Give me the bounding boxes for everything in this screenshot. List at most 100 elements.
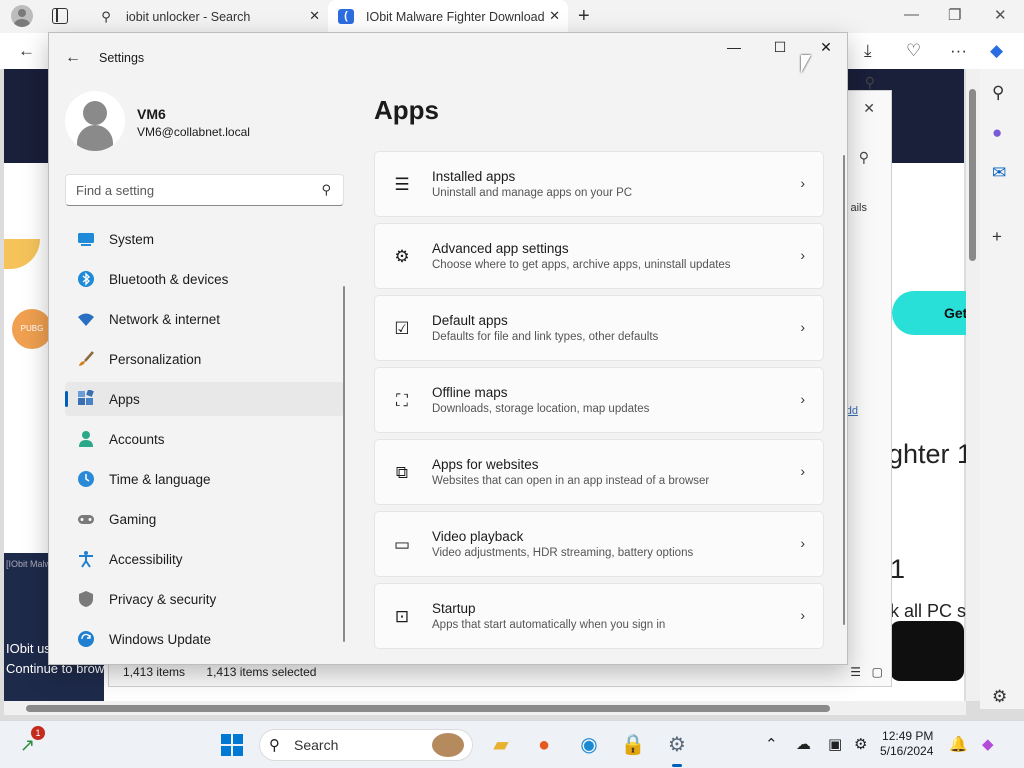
chevron-right-icon: › <box>800 391 805 407</box>
nav-item-personalization[interactable]: Personalization <box>65 342 344 376</box>
display-icon <box>77 230 95 248</box>
find-setting-input[interactable]: Find a setting ⚲ <box>65 174 344 206</box>
user-avatar[interactable] <box>65 91 125 151</box>
mouse-cursor-icon <box>801 55 811 73</box>
pin-icon[interactable]: ⚲ <box>865 74 875 91</box>
nav-item-network[interactable]: Network & internet <box>65 302 344 336</box>
content-scrollbar[interactable] <box>843 155 845 625</box>
copilot-sidebar-icon[interactable]: ● <box>992 123 1002 143</box>
display-tray-icon[interactable]: ▣ <box>828 735 842 753</box>
close-icon[interactable]: ✕ <box>863 100 875 117</box>
nav-item-accounts[interactable]: Accounts <box>65 422 344 456</box>
add-icon[interactable]: + <box>992 227 1002 247</box>
nav-item-system[interactable]: System <box>65 222 344 256</box>
browser-tab-search[interactable]: ⚲ iobit unlocker - Search ✕ <box>88 0 328 33</box>
wifi-icon <box>77 310 95 328</box>
startup-icon: ⊡ <box>394 607 410 626</box>
nav-item-apps[interactable]: Apps <box>65 382 344 416</box>
minimize-button[interactable]: — <box>711 39 757 55</box>
nav-item-accessibility[interactable]: Accessibility <box>65 542 344 576</box>
card-description: Apps that start automatically when you s… <box>432 619 666 631</box>
browser-tab-bar: ⚲ iobit unlocker - Search ✕ ( IObit Malw… <box>0 0 1024 33</box>
nav-item-privacy-security[interactable]: Privacy & security <box>65 582 344 616</box>
search-placeholder: Find a setting <box>76 182 155 198</box>
bell-icon[interactable]: 🔔 <box>949 735 968 753</box>
browser-tab-iobit[interactable]: ( IObit Malware Fighter Download ✕ <box>328 0 568 33</box>
page-horizontal-scrollbar[interactable] <box>4 701 966 715</box>
scrollbar-thumb[interactable] <box>26 705 830 712</box>
nav-label: Privacy & security <box>109 591 217 607</box>
card-description: Uninstall and manage apps on your PC <box>432 187 633 199</box>
start-button[interactable] <box>221 734 243 756</box>
chevron-up-icon[interactable]: ⌃ <box>765 735 778 753</box>
card-description: Video adjustments, HDR streaming, batter… <box>432 547 694 559</box>
window-title: Settings <box>99 51 145 65</box>
map-download-icon: ⛶ <box>396 391 408 410</box>
search-icon: ⚲ <box>321 182 331 197</box>
back-arrow-icon[interactable]: ← <box>18 41 35 61</box>
taskbar-search[interactable]: ⚲ Search <box>259 729 473 761</box>
new-tab-icon[interactable]: + <box>578 5 590 28</box>
nav-item-bluetooth[interactable]: Bluetooth & devices <box>65 262 344 296</box>
nav-scrollbar[interactable] <box>343 286 345 642</box>
page-heading-fragment: ghter 1 <box>888 439 973 469</box>
download-icon[interactable]: ⤓ <box>864 41 872 61</box>
browser-essentials-icon[interactable]: ♡ <box>906 41 921 61</box>
language-icon[interactable]: ⚙ <box>854 735 867 753</box>
cloud-offline-icon[interactable]: ☁ <box>796 735 811 753</box>
firefox-icon[interactable]: ● <box>531 732 557 758</box>
clock-date: 5/16/2024 <box>880 744 934 758</box>
page-vertical-scrollbar[interactable] <box>966 69 980 701</box>
close-tab-icon[interactable]: ✕ <box>549 8 560 24</box>
search-icon[interactable]: ⚲ <box>992 83 1004 103</box>
scrollbar-thumb[interactable] <box>969 89 976 261</box>
apps-icon <box>77 389 95 408</box>
nav-label: Windows Update <box>109 631 212 647</box>
back-arrow-icon[interactable]: ← <box>65 49 81 67</box>
explorer-status-bar: 1,413 items 1,413 items selected <box>123 665 316 679</box>
nav-item-gaming[interactable]: Gaming <box>65 502 344 536</box>
settings-icon[interactable]: ⚙ <box>664 732 690 767</box>
brush-icon <box>77 350 95 368</box>
nav-label: Network & internet <box>109 311 221 327</box>
nav-item-time-language[interactable]: Time & language <box>65 462 344 496</box>
profile-avatar-icon[interactable] <box>11 5 33 27</box>
card-default-apps[interactable]: ☑ Default apps Defaults for file and lin… <box>374 295 824 361</box>
card-advanced-app-settings[interactable]: ⚙ Advanced app settings Choose where to … <box>374 223 824 289</box>
chevron-right-icon: › <box>800 319 805 335</box>
nav-item-windows-update[interactable]: Windows Update <box>65 622 344 656</box>
file-explorer-icon[interactable]: ▰ <box>488 732 514 758</box>
close-button[interactable]: ✕ <box>803 39 847 56</box>
maximize-button[interactable]: ☐ <box>757 39 803 56</box>
card-offline-maps[interactable]: ⛶ Offline maps Downloads, storage locati… <box>374 367 824 433</box>
search-icon[interactable]: ⚲ <box>859 149 869 166</box>
copilot-icon[interactable]: ◆ <box>982 735 994 753</box>
chevron-right-icon: › <box>800 175 805 191</box>
browser-minimize-icon[interactable]: — <box>904 6 919 23</box>
details-view-icon[interactable]: ☰ <box>850 665 861 679</box>
tiles-view-icon[interactable]: ▢ <box>872 665 883 679</box>
clock[interactable]: 12:49 PM 5/16/2024 <box>880 729 933 759</box>
nav-label: Personalization <box>109 351 202 367</box>
edge-icon[interactable]: ◉ <box>576 732 602 758</box>
card-video-playback[interactable]: ▭ Video playback Video adjustments, HDR … <box>374 511 824 577</box>
nav-label: System <box>109 231 155 247</box>
page-dark-button[interactable] <box>890 621 964 681</box>
globe-clock-icon <box>77 470 95 488</box>
search-icon: ⚲ <box>101 8 111 24</box>
browser-sidebar: ⚲ ● ✉ + ⚙ <box>980 69 1024 709</box>
tab-actions-icon[interactable] <box>52 8 68 24</box>
get-button[interactable]: Get <box>892 291 972 335</box>
iobit-unlocker-icon[interactable]: 🔒 <box>620 732 646 758</box>
card-installed-apps[interactable]: ☰ Installed apps Uninstall and manage ap… <box>374 151 824 217</box>
copilot-icon[interactable]: ◆ <box>990 41 1003 61</box>
close-tab-icon[interactable]: ✕ <box>309 8 320 24</box>
more-icon[interactable]: ··· <box>950 41 967 61</box>
browser-restore-icon[interactable]: ❐ <box>948 6 961 24</box>
gear-icon[interactable]: ⚙ <box>992 687 1007 707</box>
card-startup[interactable]: ⊡ Startup Apps that start automatically … <box>374 583 824 649</box>
card-title: Offline maps <box>432 385 508 400</box>
browser-close-icon[interactable]: ✕ <box>994 6 1007 24</box>
outlook-icon[interactable]: ✉ <box>992 163 1006 183</box>
card-apps-for-websites[interactable]: ⧉ Apps for websites Websites that can op… <box>374 439 824 505</box>
